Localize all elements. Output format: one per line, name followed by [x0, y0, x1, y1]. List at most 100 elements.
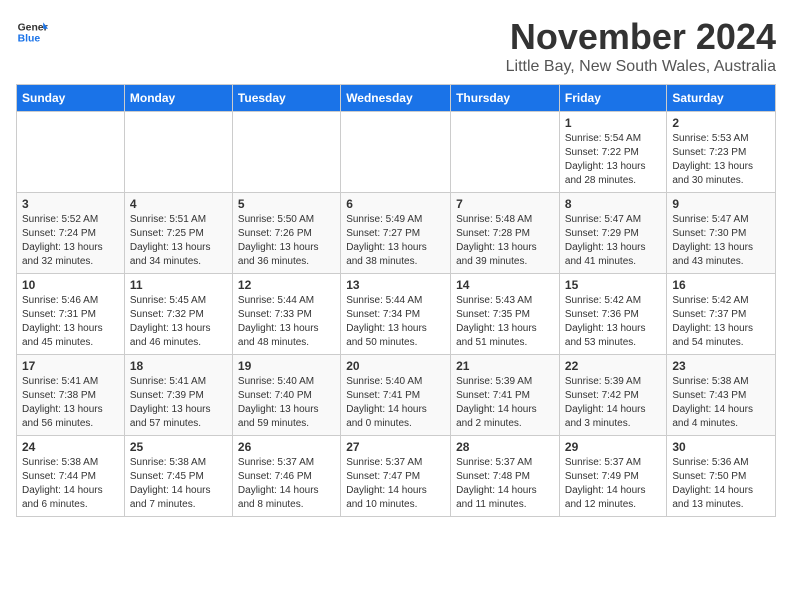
calendar-day-cell: 2 Sunrise: 5:53 AM Sunset: 7:23 PM Daylig…: [667, 112, 776, 193]
calendar-day-cell: 12 Sunrise: 5:44 AM Sunset: 7:33 PM Dayli…: [232, 274, 340, 355]
day-info: Sunrise: 5:42 AM Sunset: 7:37 PM Dayligh…: [672, 294, 770, 350]
day-info: Sunrise: 5:45 AM Sunset: 7:32 PM Dayligh…: [130, 294, 227, 350]
calendar-table: SundayMondayTuesdayWednesdayThursdayFrid…: [16, 84, 776, 517]
calendar-day-cell: 18 Sunrise: 5:41 AM Sunset: 7:39 PM Dayli…: [124, 355, 232, 436]
day-info: Sunrise: 5:39 AM Sunset: 7:41 PM Dayligh…: [456, 375, 554, 431]
logo: General Blue: [16, 16, 48, 48]
svg-text:Blue: Blue: [18, 34, 41, 45]
calendar-day-cell: [124, 112, 232, 193]
day-info: Sunrise: 5:41 AM Sunset: 7:39 PM Dayligh…: [130, 375, 227, 431]
calendar-day-cell: 14Sunrise: 5:43 AM Sunset: 7:35 PM Dayli…: [451, 274, 560, 355]
day-info: Sunrise: 5:39 AM Sunset: 7:42 PM Dayligh…: [565, 375, 661, 431]
calendar-day-cell: 16 Sunrise: 5:42 AM Sunset: 7:37 PM Dayli…: [667, 274, 776, 355]
day-info: Sunrise: 5:42 AM Sunset: 7:36 PM Dayligh…: [565, 294, 661, 350]
day-info: Sunrise: 5:44 AM Sunset: 7:33 PM Dayligh…: [238, 294, 335, 350]
day-number: 20: [346, 359, 445, 373]
calendar-day-cell: 5Sunrise: 5:50 AM Sunset: 7:26 PM Daylig…: [232, 193, 340, 274]
calendar-week-row: 24 Sunrise: 5:38 AM Sunset: 7:44 PM Dayli…: [17, 436, 776, 517]
calendar-header-row: SundayMondayTuesdayWednesdayThursdayFrid…: [17, 85, 776, 112]
day-number: 3: [22, 197, 119, 211]
calendar-week-row: 17 Sunrise: 5:41 AM Sunset: 7:38 PM Dayli…: [17, 355, 776, 436]
calendar-body: 1 Sunrise: 5:54 AM Sunset: 7:22 PM Daylig…: [17, 112, 776, 517]
calendar-day-cell: 20Sunrise: 5:40 AM Sunset: 7:41 PM Dayli…: [341, 355, 451, 436]
day-number: 16: [672, 278, 770, 292]
day-info: Sunrise: 5:37 AM Sunset: 7:49 PM Dayligh…: [565, 456, 661, 512]
calendar-week-row: 3 Sunrise: 5:52 AM Sunset: 7:24 PM Daylig…: [17, 193, 776, 274]
day-info: Sunrise: 5:44 AM Sunset: 7:34 PM Dayligh…: [346, 294, 445, 350]
calendar-day-cell: 27Sunrise: 5:37 AM Sunset: 7:47 PM Dayli…: [341, 436, 451, 517]
calendar-day-cell: [451, 112, 560, 193]
calendar-day-cell: 25Sunrise: 5:38 AM Sunset: 7:45 PM Dayli…: [124, 436, 232, 517]
calendar-day-cell: 13Sunrise: 5:44 AM Sunset: 7:34 PM Dayli…: [341, 274, 451, 355]
day-number: 27: [346, 440, 445, 454]
calendar-day-cell: [232, 112, 340, 193]
day-number: 11: [130, 278, 227, 292]
day-info: Sunrise: 5:50 AM Sunset: 7:26 PM Dayligh…: [238, 213, 335, 269]
day-info: Sunrise: 5:51 AM Sunset: 7:25 PM Dayligh…: [130, 213, 227, 269]
calendar-week-row: 10 Sunrise: 5:46 AM Sunset: 7:31 PM Dayli…: [17, 274, 776, 355]
day-number: 17: [22, 359, 119, 373]
calendar-day-cell: 24 Sunrise: 5:38 AM Sunset: 7:44 PM Dayli…: [17, 436, 125, 517]
title-block: November 2024 Little Bay, New South Wale…: [506, 16, 776, 76]
calendar-day-cell: 9 Sunrise: 5:47 AM Sunset: 7:30 PM Daylig…: [667, 193, 776, 274]
day-number: 19: [238, 359, 335, 373]
weekday-header: Friday: [559, 85, 666, 112]
day-number: 2: [672, 116, 770, 130]
calendar-day-cell: 26 Sunrise: 5:37 AM Sunset: 7:46 PM Dayli…: [232, 436, 340, 517]
day-info: Sunrise: 5:52 AM Sunset: 7:24 PM Dayligh…: [22, 213, 119, 269]
weekday-header: Wednesday: [341, 85, 451, 112]
day-number: 7: [456, 197, 554, 211]
day-number: 6: [346, 197, 445, 211]
day-number: 14: [456, 278, 554, 292]
day-number: 28: [456, 440, 554, 454]
day-number: 23: [672, 359, 770, 373]
weekday-header: Saturday: [667, 85, 776, 112]
calendar-day-cell: 19 Sunrise: 5:40 AM Sunset: 7:40 PM Dayli…: [232, 355, 340, 436]
day-info: Sunrise: 5:36 AM Sunset: 7:50 PM Dayligh…: [672, 456, 770, 512]
day-info: Sunrise: 5:38 AM Sunset: 7:43 PM Dayligh…: [672, 375, 770, 431]
calendar-day-cell: 30 Sunrise: 5:36 AM Sunset: 7:50 PM Dayli…: [667, 436, 776, 517]
calendar-day-cell: 17 Sunrise: 5:41 AM Sunset: 7:38 PM Dayli…: [17, 355, 125, 436]
day-info: Sunrise: 5:37 AM Sunset: 7:48 PM Dayligh…: [456, 456, 554, 512]
day-info: Sunrise: 5:53 AM Sunset: 7:23 PM Dayligh…: [672, 132, 770, 188]
day-info: Sunrise: 5:47 AM Sunset: 7:30 PM Dayligh…: [672, 213, 770, 269]
calendar-day-cell: 21Sunrise: 5:39 AM Sunset: 7:41 PM Dayli…: [451, 355, 560, 436]
day-info: Sunrise: 5:40 AM Sunset: 7:40 PM Dayligh…: [238, 375, 335, 431]
day-number: 29: [565, 440, 661, 454]
calendar-day-cell: 23 Sunrise: 5:38 AM Sunset: 7:43 PM Dayli…: [667, 355, 776, 436]
weekday-header: Sunday: [17, 85, 125, 112]
calendar-day-cell: 1 Sunrise: 5:54 AM Sunset: 7:22 PM Daylig…: [559, 112, 666, 193]
calendar-day-cell: [17, 112, 125, 193]
day-info: Sunrise: 5:37 AM Sunset: 7:46 PM Dayligh…: [238, 456, 335, 512]
calendar-day-cell: 3 Sunrise: 5:52 AM Sunset: 7:24 PM Daylig…: [17, 193, 125, 274]
day-info: Sunrise: 5:46 AM Sunset: 7:31 PM Dayligh…: [22, 294, 119, 350]
day-number: 22: [565, 359, 661, 373]
day-info: Sunrise: 5:38 AM Sunset: 7:44 PM Dayligh…: [22, 456, 119, 512]
day-number: 26: [238, 440, 335, 454]
day-info: Sunrise: 5:49 AM Sunset: 7:27 PM Dayligh…: [346, 213, 445, 269]
day-number: 24: [22, 440, 119, 454]
calendar-day-cell: 4Sunrise: 5:51 AM Sunset: 7:25 PM Daylig…: [124, 193, 232, 274]
day-number: 1: [565, 116, 661, 130]
calendar-day-cell: 28 Sunrise: 5:37 AM Sunset: 7:48 PM Dayli…: [451, 436, 560, 517]
logo-icon: General Blue: [16, 16, 48, 48]
location: Little Bay, New South Wales, Australia: [506, 58, 776, 76]
day-number: 18: [130, 359, 227, 373]
day-number: 9: [672, 197, 770, 211]
calendar-day-cell: 7 Sunrise: 5:48 AM Sunset: 7:28 PM Daylig…: [451, 193, 560, 274]
day-info: Sunrise: 5:48 AM Sunset: 7:28 PM Dayligh…: [456, 213, 554, 269]
weekday-header: Monday: [124, 85, 232, 112]
day-info: Sunrise: 5:41 AM Sunset: 7:38 PM Dayligh…: [22, 375, 119, 431]
page-header: General Blue November 2024 Little Bay, N…: [16, 16, 776, 76]
calendar-day-cell: 8Sunrise: 5:47 AM Sunset: 7:29 PM Daylig…: [559, 193, 666, 274]
month-title: November 2024: [506, 16, 776, 58]
calendar-day-cell: 22 Sunrise: 5:39 AM Sunset: 7:42 PM Dayli…: [559, 355, 666, 436]
day-number: 30: [672, 440, 770, 454]
calendar-week-row: 1 Sunrise: 5:54 AM Sunset: 7:22 PM Daylig…: [17, 112, 776, 193]
calendar-day-cell: 10 Sunrise: 5:46 AM Sunset: 7:31 PM Dayli…: [17, 274, 125, 355]
day-info: Sunrise: 5:54 AM Sunset: 7:22 PM Dayligh…: [565, 132, 661, 188]
day-number: 8: [565, 197, 661, 211]
day-number: 10: [22, 278, 119, 292]
calendar-day-cell: [341, 112, 451, 193]
day-number: 12: [238, 278, 335, 292]
